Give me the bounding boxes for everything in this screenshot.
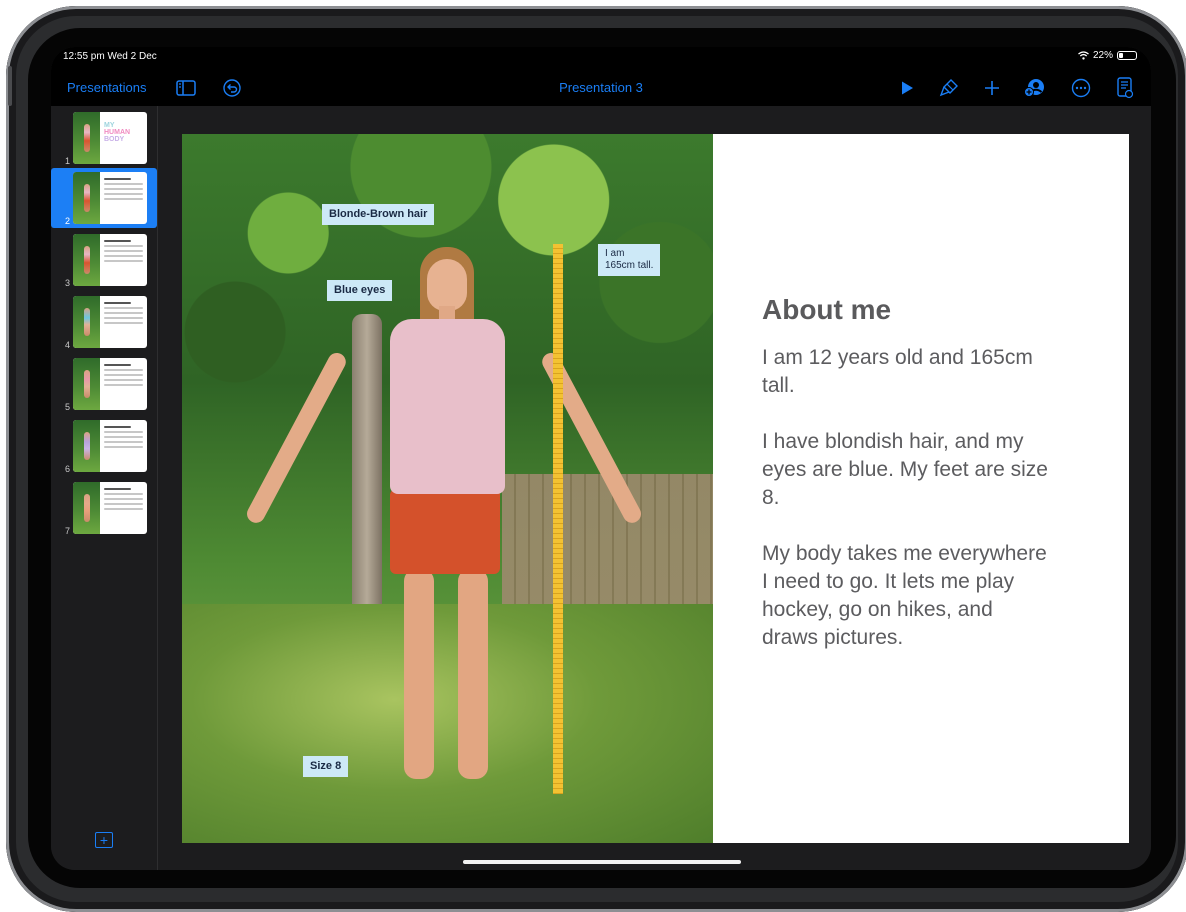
- ellipsis-circle-icon: [1071, 78, 1091, 97]
- slide-thumbnail-3[interactable]: 3: [51, 230, 157, 290]
- thumbnail-title-line: MY: [104, 122, 115, 129]
- collaborate-icon: [1024, 78, 1044, 97]
- slide-thumbnail-image: [73, 482, 147, 534]
- volume-button: [8, 66, 12, 106]
- undo-button[interactable]: [221, 69, 243, 106]
- slide-paragraph: My body takes me everywhere I need to go…: [762, 542, 1047, 649]
- slide-thumbnail-image: [73, 234, 147, 286]
- slide-text-box[interactable]: About me I am 12 years old and 165cm tal…: [762, 294, 1052, 680]
- toolbar: Presentation 3 Presentations: [51, 69, 1151, 106]
- height-callout-line: 165cm tall.: [605, 260, 654, 271]
- girl-figure: [182, 134, 713, 843]
- play-icon: [902, 81, 913, 94]
- hair-callout[interactable]: Blonde-Brown hair: [322, 204, 435, 225]
- slide-thumbnail-image: [73, 172, 147, 224]
- slide-thumbnail-image: [73, 296, 147, 348]
- wifi-icon: [1078, 51, 1089, 60]
- slide-photo[interactable]: Blonde-Brown hair Blue eyes I am 165cm t…: [182, 134, 713, 843]
- status-bar: 12:55 pm Wed 2 Dec 22%: [51, 47, 1151, 69]
- slide-number: 4: [65, 340, 71, 350]
- add-slide-button[interactable]: +: [95, 832, 113, 848]
- paintbrush-icon: [939, 78, 958, 96]
- presentations-back-label: Presentations: [67, 80, 147, 95]
- slide-number: 6: [65, 464, 71, 474]
- presenter-notes-button[interactable]: [1113, 69, 1137, 106]
- slide-thumbnail-7[interactable]: 7: [51, 478, 157, 538]
- format-button[interactable]: [937, 69, 961, 106]
- current-slide[interactable]: Blonde-Brown hair Blue eyes I am 165cm t…: [182, 134, 1129, 843]
- slide-number: 2: [65, 216, 71, 226]
- slide-number: 7: [65, 526, 71, 536]
- presentations-back-button[interactable]: Presentations: [67, 69, 147, 106]
- height-callout[interactable]: I am 165cm tall.: [598, 244, 661, 276]
- slide-thumbnail-4[interactable]: 4: [51, 292, 157, 352]
- slide-number: 1: [65, 156, 71, 166]
- sidebar-toggle-icon: [176, 79, 196, 96]
- height-callout-line: I am: [605, 248, 625, 259]
- slide-thumbnail-image: [73, 420, 147, 472]
- home-indicator[interactable]: [463, 860, 741, 864]
- status-indicators: 22%: [1078, 50, 1137, 61]
- status-time-date: 12:55 pm Wed 2 Dec: [63, 51, 157, 62]
- slide-thumbnail-2[interactable]: 2: [51, 168, 157, 228]
- battery-percent: 22%: [1092, 50, 1113, 61]
- slide-thumbnail-5[interactable]: 5: [51, 354, 157, 414]
- slide-paragraph: I am 12 years old and 165cm tall.: [762, 346, 1033, 397]
- feet-callout-label: Size 8: [310, 760, 342, 772]
- slide-paragraph: I have blondish hair, and my eyes are bl…: [762, 430, 1048, 509]
- slide-heading: About me: [762, 294, 892, 325]
- collaborate-button[interactable]: [1023, 69, 1047, 106]
- eyes-callout[interactable]: Blue eyes: [327, 280, 393, 301]
- plus-icon: [985, 80, 999, 95]
- battery-icon: [1117, 51, 1137, 60]
- ipad-screen: 12:55 pm Wed 2 Dec 22% Presentation 3 Pr…: [51, 47, 1151, 870]
- undo-icon: [223, 78, 241, 97]
- thumbnail-title-line: BODY: [104, 136, 125, 143]
- slide-thumbnail-image: MY HUMAN BODY: [73, 112, 147, 164]
- hair-callout-label: Blonde-Brown hair: [329, 208, 428, 220]
- slide-thumbnail-6[interactable]: 6: [51, 416, 157, 476]
- add-slide-icon: +: [99, 832, 109, 848]
- slide-number: 5: [65, 402, 71, 412]
- sidebar-toggle-button[interactable]: [175, 69, 197, 106]
- add-button[interactable]: [981, 69, 1003, 106]
- slide-navigator: MY HUMAN BODY 1 2 3 4 5 6 7 +: [51, 106, 158, 870]
- slide-thumbnail-1[interactable]: MY HUMAN BODY 1: [51, 108, 157, 168]
- more-button[interactable]: [1069, 69, 1093, 106]
- play-button[interactable]: [896, 69, 918, 106]
- eyes-callout-label: Blue eyes: [334, 284, 386, 296]
- feet-callout[interactable]: Size 8: [303, 756, 349, 777]
- slide-thumbnail-image: [73, 358, 147, 410]
- slide-canvas: Blonde-Brown hair Blue eyes I am 165cm t…: [158, 106, 1151, 870]
- measuring-tape: [553, 244, 563, 794]
- thumbnail-title-line: HUMAN: [104, 129, 131, 136]
- slide-number: 3: [65, 278, 71, 288]
- document-title-label: Presentation 3: [559, 80, 643, 95]
- presenter-notes-icon: [1117, 76, 1134, 98]
